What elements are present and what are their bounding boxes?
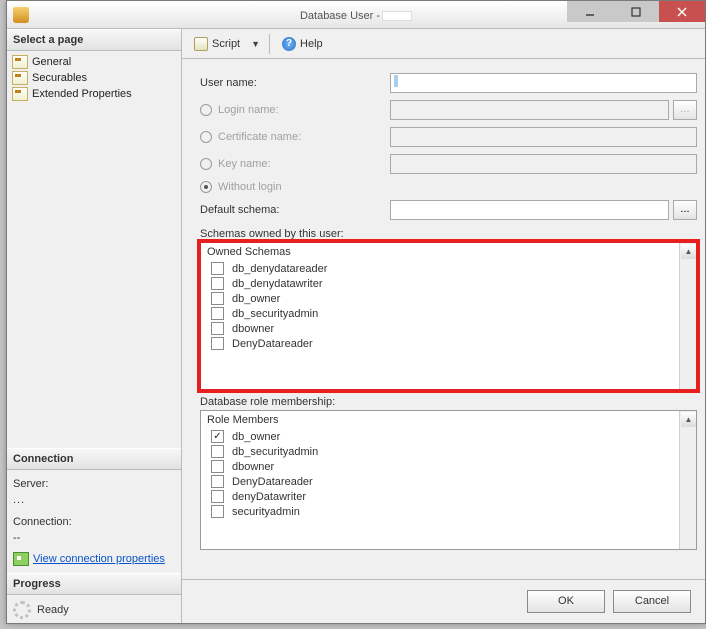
- role-members-header: Role Members: [201, 411, 679, 429]
- nav-securables[interactable]: Securables: [10, 70, 178, 86]
- form-area: User name: Login name: ... Certificate n…: [182, 59, 705, 579]
- page-icon: [12, 55, 28, 69]
- owned-schemas-label: Schemas owned by this user:: [200, 228, 697, 240]
- progress-block: Ready: [7, 595, 181, 623]
- list-item[interactable]: db_denydatareader: [201, 261, 679, 276]
- script-dropdown[interactable]: ▼: [248, 39, 263, 49]
- script-button[interactable]: Script: [188, 34, 246, 54]
- defaultschema-input[interactable]: [390, 200, 669, 220]
- loginname-browse: ...: [673, 100, 697, 120]
- loginname-label: Login name:: [200, 104, 390, 116]
- scrollbar[interactable]: ▲: [679, 243, 696, 389]
- nav-extended-properties[interactable]: Extended Properties: [10, 86, 178, 102]
- list-item[interactable]: ✓db_owner: [201, 429, 679, 444]
- list-item[interactable]: securityadmin: [201, 504, 679, 519]
- help-button[interactable]: ?Help: [276, 34, 329, 54]
- page-nav: General Securables Extended Properties: [7, 51, 181, 108]
- ok-button[interactable]: OK: [527, 590, 605, 613]
- checkbox[interactable]: [211, 307, 224, 320]
- role-membership-list[interactable]: ▲ Role Members ✓db_owner db_securityadmi…: [200, 410, 697, 550]
- toolbar-separator: [269, 34, 270, 54]
- list-item[interactable]: DenyDatareader: [201, 474, 679, 489]
- owned-schemas-list[interactable]: ▲ Owned Schemas db_denydatareader db_den…: [200, 242, 697, 390]
- checkbox[interactable]: [211, 445, 224, 458]
- page-icon: [12, 87, 28, 101]
- defaultschema-label: Default schema:: [200, 204, 390, 216]
- list-item[interactable]: db_securityadmin: [201, 444, 679, 459]
- withoutlogin-label: Without login: [200, 181, 390, 193]
- checkbox[interactable]: [211, 490, 224, 503]
- progress-header: Progress: [7, 573, 181, 595]
- role-membership-label: Database role membership:: [200, 396, 697, 408]
- database-icon: [13, 7, 29, 23]
- server-value: ...: [13, 492, 175, 508]
- checkbox[interactable]: [211, 322, 224, 335]
- cancel-button[interactable]: Cancel: [613, 590, 691, 613]
- radio-icon: [200, 104, 212, 116]
- list-item[interactable]: dbowner: [201, 321, 679, 336]
- list-item[interactable]: db_denydatawriter: [201, 276, 679, 291]
- help-icon: ?: [282, 37, 296, 51]
- defaultschema-browse[interactable]: ...: [673, 200, 697, 220]
- connection-header: Connection: [7, 448, 181, 470]
- minimize-button[interactable]: [567, 1, 613, 22]
- view-connection-properties-link[interactable]: View connection properties: [13, 552, 165, 566]
- radio-icon: [200, 181, 212, 193]
- dialog-window: Database User - Select a page General Se…: [6, 0, 706, 624]
- toolbar: Script ▼ ?Help: [182, 29, 705, 59]
- dialog-footer: OK Cancel: [182, 579, 705, 623]
- scrollbar[interactable]: ▲: [679, 411, 696, 549]
- nav-general[interactable]: General: [10, 54, 178, 70]
- loginname-input: [390, 100, 669, 120]
- keyname-input: [390, 154, 697, 174]
- connection-value: --: [13, 530, 175, 546]
- page-icon: [12, 71, 28, 85]
- checkbox[interactable]: [211, 475, 224, 488]
- redacted-username: [382, 11, 412, 21]
- scroll-up-icon[interactable]: ▲: [681, 244, 696, 259]
- radio-icon: [200, 158, 212, 170]
- checkbox[interactable]: [211, 505, 224, 518]
- certname-label: Certificate name:: [200, 131, 390, 143]
- script-icon: [194, 37, 208, 51]
- right-panel: Script ▼ ?Help User name: Login name: ..…: [182, 29, 705, 623]
- list-item[interactable]: db_owner: [201, 291, 679, 306]
- radio-icon: [200, 131, 212, 143]
- progress-spinner-icon: [13, 601, 31, 619]
- titlebar[interactable]: Database User -: [7, 1, 705, 29]
- list-item[interactable]: DenyDatareader: [201, 336, 679, 351]
- progress-status: Ready: [37, 604, 69, 616]
- checkbox[interactable]: [211, 460, 224, 473]
- connection-label: Connection:: [13, 514, 175, 530]
- maximize-button[interactable]: [613, 1, 659, 22]
- connection-info: Server: ... Connection: -- View connecti…: [7, 470, 181, 573]
- list-item[interactable]: db_securityadmin: [201, 306, 679, 321]
- checkbox[interactable]: ✓: [211, 430, 224, 443]
- certname-input: [390, 127, 697, 147]
- scroll-up-icon[interactable]: ▲: [681, 412, 696, 427]
- username-label: User name:: [200, 77, 390, 89]
- owned-schemas-header: Owned Schemas: [201, 243, 679, 261]
- keyname-label: Key name:: [200, 158, 390, 170]
- close-button[interactable]: [659, 1, 705, 22]
- window-title: Database User -: [300, 8, 412, 22]
- username-input[interactable]: [390, 73, 697, 93]
- checkbox[interactable]: [211, 292, 224, 305]
- checkbox[interactable]: [211, 337, 224, 350]
- select-page-header: Select a page: [7, 29, 181, 51]
- left-panel: Select a page General Securables Extende…: [7, 29, 182, 623]
- list-item[interactable]: denyDatawriter: [201, 489, 679, 504]
- checkbox[interactable]: [211, 262, 224, 275]
- checkbox[interactable]: [211, 277, 224, 290]
- server-label: Server:: [13, 476, 175, 492]
- network-icon: [13, 552, 29, 566]
- list-item[interactable]: dbowner: [201, 459, 679, 474]
